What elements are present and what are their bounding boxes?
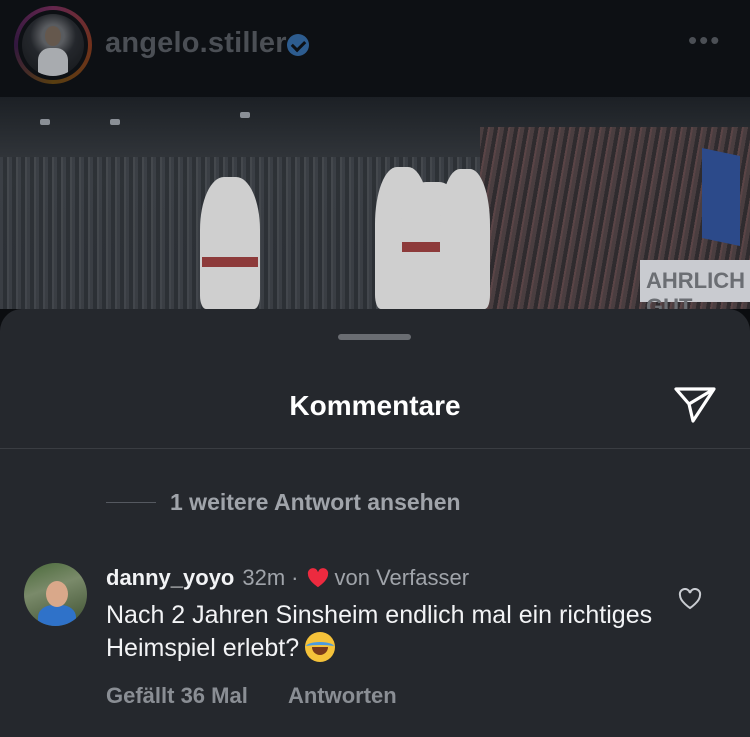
divider: [0, 448, 750, 449]
drag-handle[interactable]: [338, 334, 411, 340]
story-ring[interactable]: [14, 6, 92, 84]
likes-count[interactable]: Gefällt 36 Mal: [106, 683, 248, 708]
post-username[interactable]: angelo.stiller: [105, 27, 287, 60]
author-liked-label: von Verfasser: [334, 565, 470, 590]
verified-badge-icon: [287, 34, 309, 56]
sheet-title: Kommentare: [289, 390, 461, 421]
more-horizontal-icon[interactable]: •••: [688, 27, 721, 53]
commenter-avatar[interactable]: [24, 563, 87, 626]
post-header: angelo.stiller •••: [0, 0, 750, 97]
reply-button[interactable]: Antworten: [288, 683, 397, 708]
author-heart-icon: [307, 568, 328, 588]
profile-avatar: [22, 14, 84, 76]
comment-username[interactable]: danny_yoyo: [106, 565, 234, 591]
comment-time: 32m: [242, 565, 286, 590]
face-with-tears-of-joy-icon: [305, 632, 336, 662]
view-replies-link[interactable]: 1 weitere Antwort ansehen: [170, 489, 461, 516]
post-image: AHRLICH GUT: [0, 97, 750, 309]
comment-meta: danny_yoyo 32m · von Verfasser: [106, 565, 469, 591]
replies-line: [106, 502, 156, 503]
comments-sheet: Kommentare 1 weitere Antwort ansehen dan…: [0, 309, 750, 737]
meta-separator: ·: [291, 565, 299, 590]
paper-plane-icon[interactable]: [672, 385, 718, 425]
stadium-banner: AHRLICH GUT: [640, 260, 750, 309]
heart-outline-icon[interactable]: [678, 588, 702, 610]
comment-text: Nach 2 Jahren Sinsheim endlich mal ein r…: [106, 601, 653, 662]
comment-actions: Gefällt 36 Mal Antworten: [106, 683, 397, 709]
